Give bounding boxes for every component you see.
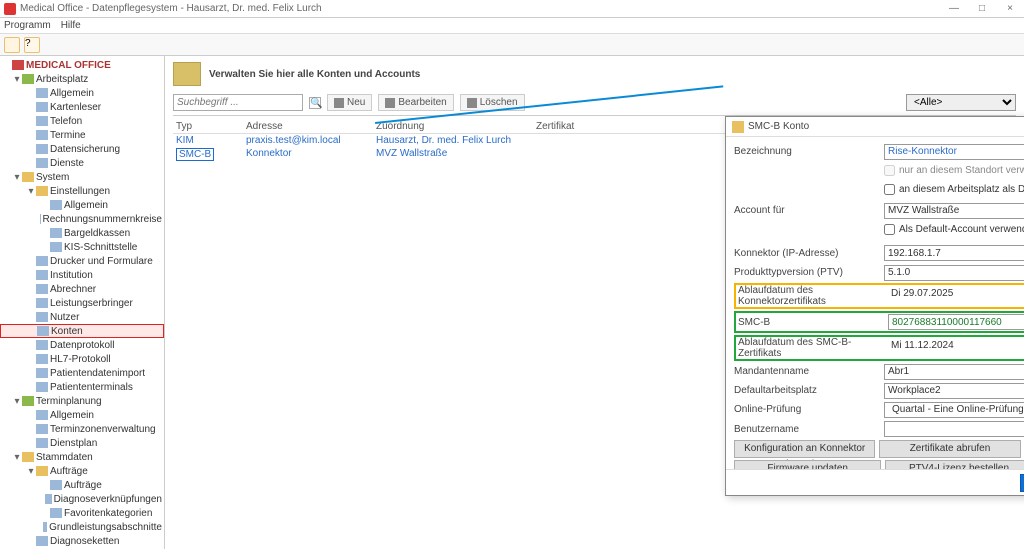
tree-item[interactable]: Rechnungsnummernkreise: [0, 212, 164, 226]
tree-item[interactable]: Diagnoseketten: [0, 534, 164, 548]
checkbox-default-ap[interactable]: an diesem Arbeitsplatz als Default verwe…: [884, 184, 1024, 195]
new-button[interactable]: Neu: [327, 94, 372, 111]
tree-item[interactable]: Nutzer: [0, 310, 164, 324]
ptv-lizenz-button[interactable]: PTV4-Lizenz bestellen: [885, 460, 1024, 469]
window-title: Medical Office - Datenpflegesystem - Hau…: [20, 3, 944, 14]
checkbox-default-account[interactable]: Als Default-Account verwenden: [884, 224, 1024, 235]
tree-item[interactable]: Patiententerminals: [0, 380, 164, 394]
tree-stammdaten[interactable]: Stammdaten: [36, 452, 93, 463]
smcb-dialog: SMC-B Konto — □ × Bezeichnung nur an die…: [725, 116, 1024, 496]
label-bezeichnung: Bezeichnung: [734, 146, 884, 157]
window-buttons: — □ ×: [944, 3, 1020, 14]
tree-item[interactable]: Termine: [0, 128, 164, 142]
input-smcb[interactable]: [888, 314, 1024, 330]
input-defap[interactable]: [884, 383, 1024, 399]
tree-item[interactable]: Institution: [0, 268, 164, 282]
plus-icon: [334, 98, 344, 108]
search-icon[interactable]: 🔍: [309, 97, 321, 109]
tree-einstellungen[interactable]: Einstellungen: [50, 186, 110, 197]
page-title: Verwalten Sie hier alle Konten und Accou…: [209, 69, 420, 80]
tree-system[interactable]: System: [36, 172, 69, 183]
select-online[interactable]: Quartal - Eine Online-Prüfung wird nur b…: [884, 402, 1024, 418]
input-ptv[interactable]: [884, 265, 1024, 281]
value-cert-smcb: Mi 11.12.2024: [888, 340, 1024, 356]
cross-icon: [467, 98, 477, 108]
menu-bar: Programm Hilfe: [0, 18, 1024, 34]
col-adresse[interactable]: Adresse: [243, 120, 373, 133]
help-icon[interactable]: ?: [24, 37, 40, 53]
input-bezeichnung[interactable]: [884, 144, 1024, 160]
tree-item[interactable]: Kartenleser: [0, 100, 164, 114]
label-smcb: SMC-B: [738, 317, 888, 328]
tree-item[interactable]: Terminzonenverwaltung: [0, 422, 164, 436]
tree-item[interactable]: KIS-Schnittstelle: [0, 240, 164, 254]
tree-item[interactable]: Dienstplan: [0, 436, 164, 450]
tree-item[interactable]: Patientendatenimport: [0, 366, 164, 380]
col-typ[interactable]: Typ: [173, 120, 243, 133]
label-account: Account für: [734, 205, 884, 216]
konfig-konnektor-button[interactable]: Konfiguration an Konnektor übergeben: [734, 440, 875, 458]
dialog-title: SMC-B Konto: [748, 121, 1024, 132]
input-account[interactable]: [884, 203, 1024, 219]
tree-item[interactable]: HL7-Protokoll: [0, 352, 164, 366]
checkbox-standort[interactable]: nur an diesem Standort verwenden: [884, 165, 1024, 176]
tree-item[interactable]: Drucker und Formulare: [0, 254, 164, 268]
label-mandant: Mandantenname: [734, 366, 884, 377]
pencil-icon: [385, 98, 395, 108]
ok-button[interactable]: OK: [1020, 474, 1024, 492]
tree-item[interactable]: Dienste: [0, 156, 164, 170]
input-konnektor-ip[interactable]: [884, 245, 1024, 261]
tree-arbeitsplatz[interactable]: Arbeitsplatz: [36, 74, 88, 85]
tree-item[interactable]: Datenprotokoll: [0, 338, 164, 352]
navigation-tree[interactable]: MEDICAL OFFICE ▾Arbeitsplatz AllgemeinKa…: [0, 56, 165, 549]
zert-abrufen-button[interactable]: Zertifikate abrufen: [879, 440, 1020, 458]
tree-item[interactable]: Diagnoseverknüpfungen: [0, 492, 164, 506]
tree-root[interactable]: MEDICAL OFFICE: [26, 60, 111, 71]
filter-combo[interactable]: <Alle>: [906, 94, 1016, 111]
tree-item[interactable]: Bargeldkassen: [0, 226, 164, 240]
label-benutzer: Benutzername: [734, 424, 884, 435]
window-titlebar: Medical Office - Datenpflegesystem - Hau…: [0, 0, 1024, 18]
col-zuordnung[interactable]: Zuordnung: [373, 120, 533, 133]
search-input[interactable]: [173, 94, 303, 111]
tree-item[interactable]: Grundleistungsabschnitte: [0, 520, 164, 534]
dialog-icon: [732, 121, 744, 133]
tree-item[interactable]: Allgemein: [0, 86, 164, 100]
accounts-icon: [173, 62, 201, 86]
input-benutzer[interactable]: [884, 421, 1024, 437]
tree-item[interactable]: Telefon: [0, 114, 164, 128]
edit-button[interactable]: Bearbeiten: [378, 94, 453, 111]
tree-item[interactable]: Favoritenkategorien: [0, 506, 164, 520]
tree-item[interactable]: Datensicherung: [0, 142, 164, 156]
label-ptv: Produkttypversion (PTV): [734, 267, 884, 278]
maximize-button[interactable]: □: [972, 3, 992, 14]
toolbar-btn-1[interactable]: [4, 37, 20, 53]
close-button[interactable]: ×: [1000, 3, 1020, 14]
tree-item[interactable]: Allgemein: [0, 408, 164, 422]
tree-item[interactable]: Allgemein: [0, 198, 164, 212]
menu-hilfe[interactable]: Hilfe: [61, 20, 81, 31]
label-cert-konnektor: Ablaufdatum des Konnektorzertifikats: [738, 285, 888, 307]
tree-konten[interactable]: Konten: [0, 324, 164, 338]
firmware-update-button[interactable]: Firmware updaten: [734, 460, 881, 469]
tree-auftraege[interactable]: Aufträge: [50, 466, 88, 477]
main-toolbar: ?: [0, 34, 1024, 56]
tree-item[interactable]: Leistungserbringer: [0, 296, 164, 310]
input-mandant[interactable]: [884, 364, 1024, 380]
minimize-button[interactable]: —: [944, 3, 964, 14]
content-pane: Verwalten Sie hier alle Konten und Accou…: [165, 56, 1024, 549]
tree-item[interactable]: Aufträge: [0, 478, 164, 492]
tree-terminplanung[interactable]: Terminplanung: [36, 396, 102, 407]
app-icon: [4, 3, 16, 15]
label-defap: Defaultarbeitsplatz: [734, 385, 884, 396]
tree-item[interactable]: Abrechner: [0, 282, 164, 296]
value-cert-konnektor: Di 29.07.2025: [888, 288, 1024, 304]
label-konnektor: Konnektor (IP-Adresse): [734, 248, 884, 259]
label-cert-smcb: Ablaufdatum des SMC-B-Zertifikats: [738, 337, 888, 359]
label-online: Online-Prüfung: [734, 404, 884, 415]
col-zertifikat[interactable]: Zertifikat: [533, 120, 593, 133]
menu-programm[interactable]: Programm: [4, 20, 51, 31]
